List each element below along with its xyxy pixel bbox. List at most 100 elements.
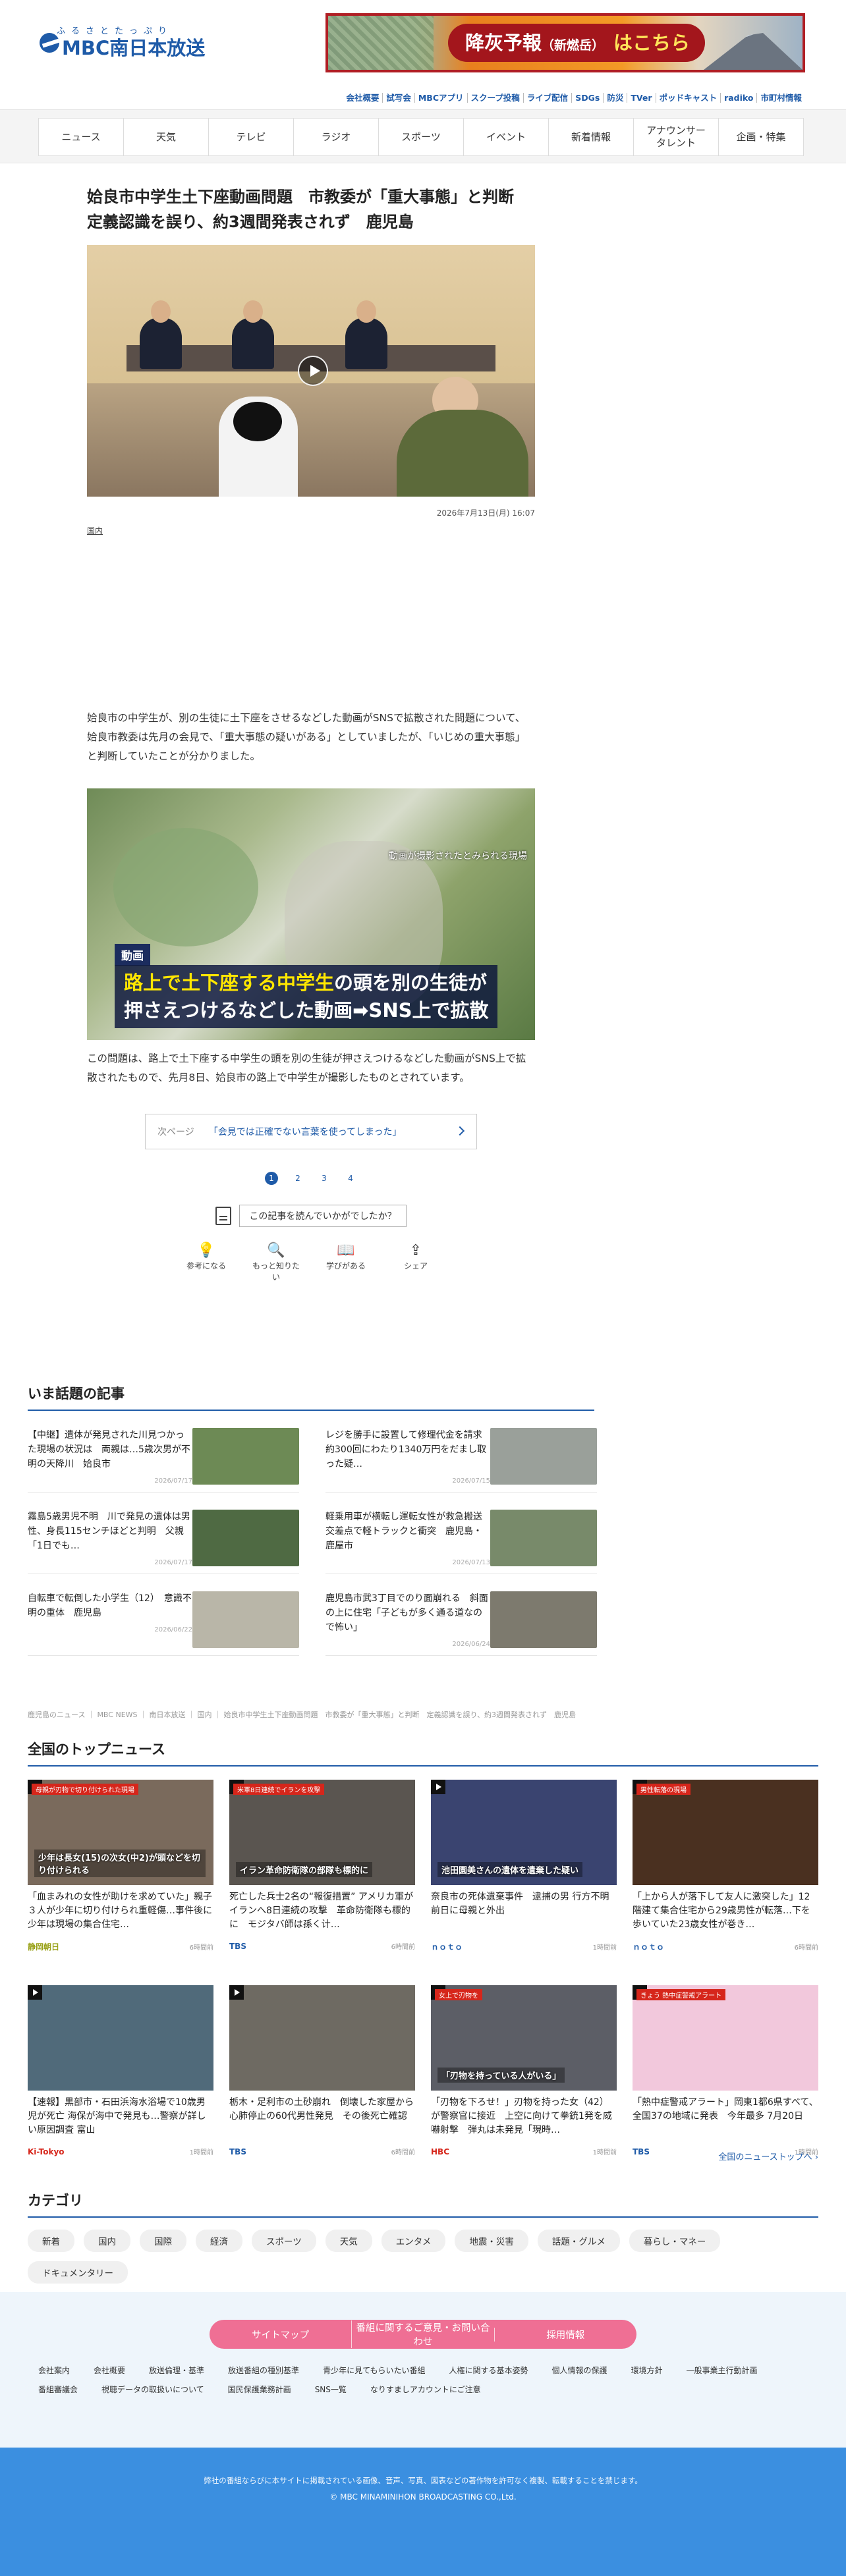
category-chip[interactable]: 天気 — [325, 2230, 372, 2252]
category-chip[interactable]: 地震・災害 — [455, 2230, 528, 2252]
page-number[interactable]: 1 — [265, 1172, 278, 1185]
nav-item[interactable]: 企画・特集 — [718, 119, 803, 155]
news-card[interactable]: 男性転落の現場 「上から人が落下して友人に激突した」12階建て集合住宅から29歳男… — [633, 1780, 818, 1971]
utility-link[interactable]: 防災 — [603, 93, 627, 103]
footer-link[interactable]: 人権に関する基本姿勢 — [449, 2365, 528, 2376]
footer-link[interactable]: 会社概要 — [94, 2365, 125, 2376]
play-icon[interactable] — [298, 356, 328, 386]
news-card[interactable]: 池田園美さんの遺体を遺棄した疑い 奈良市の死体遺棄事件 逮捕の男 行方不明前日に母… — [431, 1780, 617, 1971]
article-date: 2026年7月13日(月) 16:07 — [436, 508, 535, 518]
utility-link[interactable]: ライブ配信 — [522, 93, 572, 103]
footer-link[interactable]: 番組審議会 — [38, 2384, 78, 2395]
footer-button[interactable]: 番組に関するご意見・お問い合わせ — [351, 2320, 494, 2348]
utility-link[interactable]: スクープ投稿 — [466, 93, 523, 103]
footer-link[interactable]: 会社案内 — [38, 2365, 70, 2376]
popular-article[interactable]: レジを勝手に設置して修理代金を請求 約300回にわたり1340万円をだまし取った… — [325, 1411, 597, 1493]
footer-link[interactable]: 放送倫理・基準 — [149, 2365, 204, 2376]
popular-article[interactable]: 【中継】遺体が発見された川見つかった現場の状況は 両親は…5歳次男が不明の天降川… — [28, 1411, 299, 1493]
page-number[interactable]: 3 — [318, 1172, 331, 1185]
popular-article[interactable]: 霧島5歳男児不明 川で発見の遺体は男性、身長115センチほどと判明 父親「1日で… — [28, 1493, 299, 1574]
category-chip[interactable]: 国内 — [84, 2230, 130, 2252]
news-card[interactable]: 女上で刃物を 「刃物を持っている人がいる」 「刃物を下ろせ！」刃物を持った女（42）… — [431, 1985, 617, 2176]
ash-forecast-banner[interactable]: 降灰予報（新燃岳） はこちら — [325, 13, 805, 72]
popular-article-title: 【中継】遺体が発見された川見つかった現場の状況は 両親は…5歳次男が不明の天降川… — [28, 1430, 190, 1469]
utility-link[interactable]: SDGs — [571, 93, 604, 103]
footer-link[interactable]: SNS一覧 — [315, 2384, 347, 2395]
utility-link[interactable]: 試写会 — [382, 93, 414, 103]
category-chip[interactable]: 経済 — [196, 2230, 242, 2252]
nav-item[interactable]: ラジオ — [293, 119, 378, 155]
footer-link[interactable]: 青少年に見てもらいたい番組 — [323, 2365, 425, 2376]
utility-link[interactable]: radiko — [720, 93, 757, 103]
footer-link[interactable]: なりすましアカウントにご注意 — [370, 2384, 481, 2395]
reaction-label: もっと知りたい — [252, 1261, 300, 1282]
banner-volcano-image — [704, 33, 803, 70]
news-card[interactable]: 栃木・足利市の土砂崩れ 倒壊した家屋から心肺停止の60代男性発見 その後死亡確認… — [229, 1985, 415, 2176]
nav-item[interactable]: 天気 — [123, 119, 208, 155]
news-card[interactable]: 【速報】黒部市・石田浜海水浴場で10歳男児が死亡 海保が海中で発見も…警察が詳し… — [28, 1985, 213, 2176]
news-card-meta: Ki-Tokyo 1時間前 — [28, 2147, 213, 2157]
popular-article-date: 2026/07/17 — [154, 1477, 192, 1485]
utility-link[interactable]: 市町村情報 — [756, 93, 805, 103]
ad-space — [87, 536, 535, 709]
news-card-source: ｎｏｔｏ — [633, 1942, 665, 1952]
share-icon: ⇪ — [409, 1242, 422, 1259]
nav-item[interactable]: テレビ — [208, 119, 293, 155]
utility-link[interactable]: ポッドキャスト — [655, 93, 721, 103]
nav-item[interactable]: 新着情報 — [548, 119, 633, 155]
reaction-button[interactable]: 📖 学びがある — [320, 1240, 372, 1282]
utility-link[interactable]: MBCアプリ — [414, 93, 467, 103]
reaction-button[interactable]: 🔍 もっと知りたい — [250, 1240, 302, 1282]
category-chip[interactable]: 暮らし・マネー — [629, 2230, 721, 2252]
nav-item[interactable]: ニュース — [39, 119, 123, 155]
footer-link[interactable]: 放送番組の種別基準 — [228, 2365, 299, 2376]
popular-article[interactable]: 鹿児島市武3丁目でのり面崩れる 斜面の上に住宅「子どもが多く通る道なので怖い」 2… — [325, 1574, 597, 1656]
nav-item[interactable]: イベント — [463, 119, 548, 155]
popular-title: いま話題の記事 — [28, 1383, 594, 1411]
next-page-button[interactable]: 次ページ 「会見では正確でない言葉を使ってしまった」 — [145, 1114, 477, 1149]
footer-link[interactable]: 国民保護業務計画 — [228, 2384, 291, 2395]
news-card-headline: 栃木・足利市の土砂崩れ 倒壊した家屋から心肺停止の60代男性発見 その後死亡確認 — [229, 2097, 414, 2122]
news-card-meta: ｎｏｔｏ 1時間前 — [431, 1941, 617, 1952]
footer-link[interactable]: 個人情報の保護 — [551, 2365, 607, 2376]
news-card[interactable]: 母親が刃物で切り付けられた現場 少年は長女(15)の次女(中2)が頭などを切り付け… — [28, 1780, 213, 1971]
category-chip[interactable]: スポーツ — [252, 2230, 316, 2252]
banner-map-image — [328, 16, 434, 70]
category-chip[interactable]: ドキュメンタリー — [28, 2261, 128, 2284]
logo-name: MBC南日本放送 — [62, 37, 206, 59]
news-card-time: 6時間前 — [391, 1944, 415, 1951]
popular-article[interactable]: 軽乗用車が横転し運転女性が救急搬送 交差点で軽トラックと衝突 鹿児島・鹿屋市 20… — [325, 1493, 597, 1574]
utility-link[interactable]: 会社概要 — [343, 93, 382, 103]
category-chip[interactable]: 新着 — [28, 2230, 74, 2252]
news-card[interactable]: きょう 熱中症警戒アラート 「熱中症警戒アラート」岡東1都6県すべて、全国37の地… — [633, 1985, 818, 2176]
mbc-logo[interactable]: ふるさとたっぷり MBC南日本放送 — [40, 24, 211, 61]
footer-link[interactable]: 一般事業主行動計画 — [687, 2365, 758, 2376]
all-news-link[interactable]: 全国のニューストップへ › — [718, 2150, 818, 2162]
page-number[interactable]: 2 — [291, 1172, 304, 1185]
nav-item[interactable]: アナウンサー タレント — [633, 119, 718, 155]
reaction-button[interactable]: 💡 参考になる — [180, 1240, 233, 1282]
category-chip[interactable]: 国際 — [140, 2230, 186, 2252]
topnews-grid: 母親が刃物で切り付けられた現場 少年は長女(15)の次女(中2)が頭などを切り付け… — [28, 1780, 818, 2176]
footer-link[interactable]: 視聴データの取扱いについて — [101, 2384, 204, 2395]
reaction-button[interactable]: ⇪ シェア — [389, 1240, 442, 1282]
nav-item[interactable]: スポーツ — [378, 119, 463, 155]
next-page-title: 「会見では正確でない言葉を使ってしまった」 — [208, 1127, 402, 1137]
footer-link[interactable]: 環境方針 — [631, 2365, 663, 2376]
utility-link[interactable]: TVer — [627, 93, 656, 103]
news-card[interactable]: 米軍8日連続でイランを攻撃 イラン革命防衛隊の部隊も標的に 死亡した兵士2名の“報復… — [229, 1780, 415, 1971]
category-chip[interactable]: エンタメ — [381, 2230, 446, 2252]
footer-button[interactable]: 採用情報 — [494, 2327, 636, 2342]
nav-item-label: アナウンサー タレント — [646, 124, 706, 149]
category-title: カテゴリ — [28, 2190, 818, 2218]
category-chip[interactable]: 話題・グルメ — [537, 2230, 620, 2252]
popular-article-title: 霧島5歳男児不明 川で発見の遺体は男性、身長115センチほどと判明 父親「1日で… — [28, 1512, 190, 1551]
article-hero-video[interactable] — [87, 245, 535, 497]
popular-article-text: 軽乗用車が横転し運転女性が救急搬送 交差点で軽トラックと衝突 鹿児島・鹿屋市 20… — [325, 1510, 492, 1566]
page-number[interactable]: 4 — [344, 1172, 357, 1185]
footer-button[interactable]: サイトマップ — [210, 2328, 351, 2342]
popular-article[interactable]: 自転車で転倒した小学生（12） 意識不明の重体 鹿児島 2026/06/22 — [28, 1574, 299, 1656]
nav-item-label: ニュース — [61, 130, 101, 143]
news-card-headline: 死亡した兵士2名の“報復措置” アメリカ軍がイランへ8日連続の攻撃 革命防衛隊も… — [229, 1892, 414, 1930]
article-category-link[interactable]: 国内 — [87, 525, 535, 536]
